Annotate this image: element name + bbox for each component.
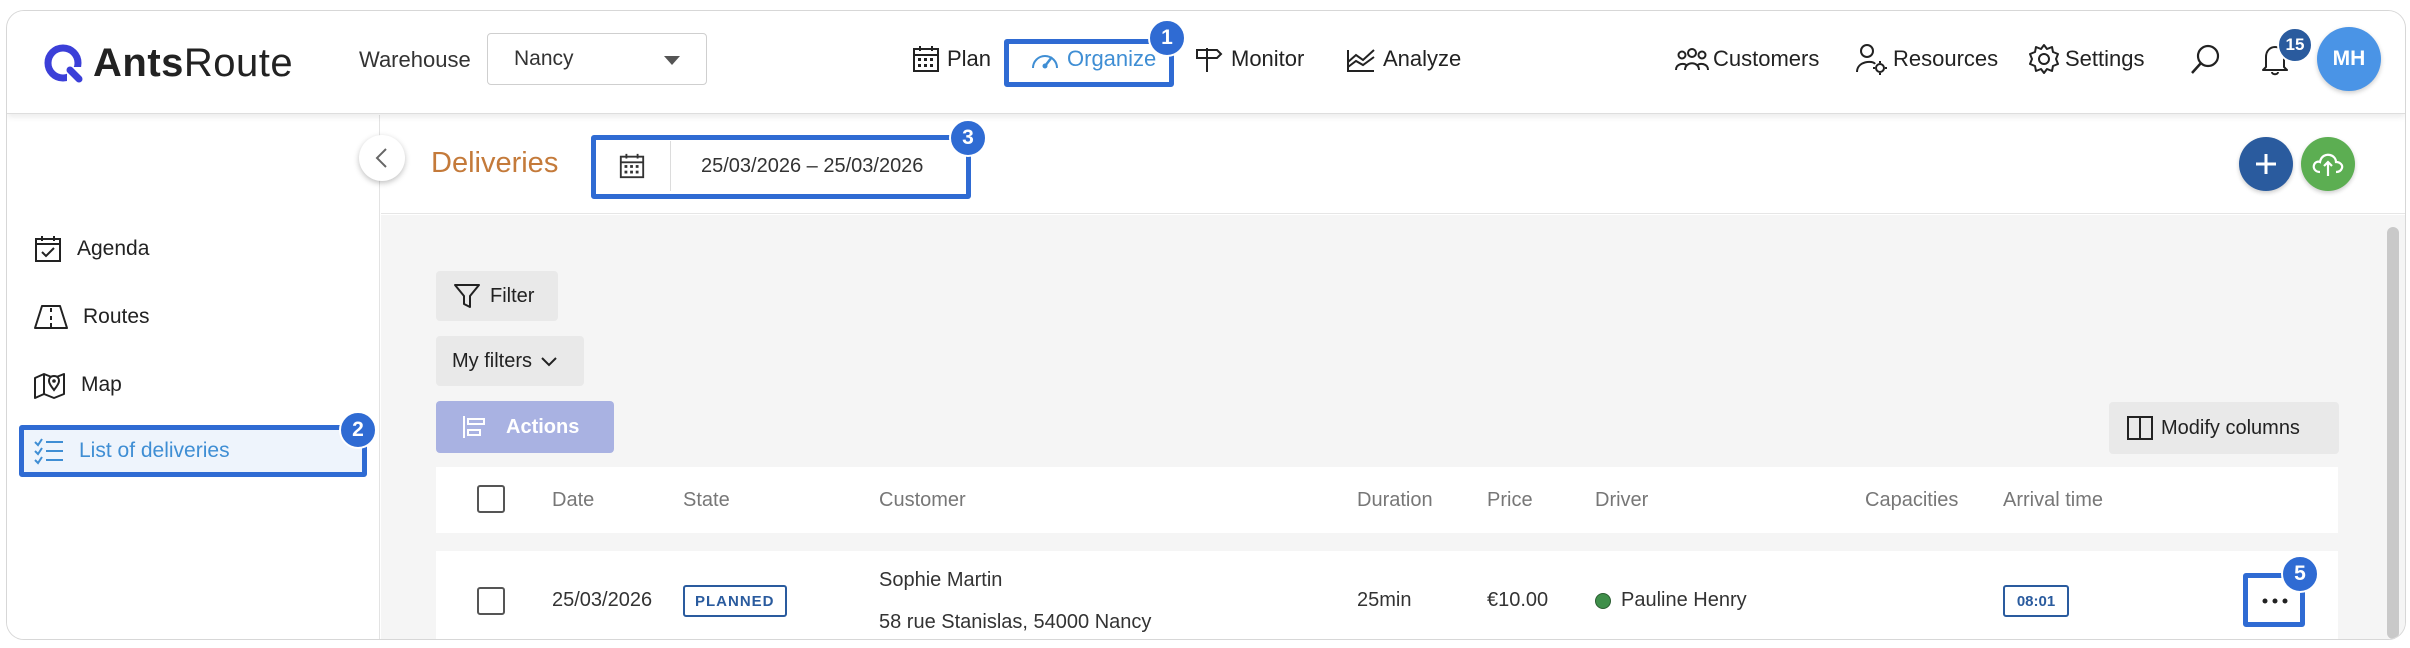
sidebar-item-label: Map <box>81 373 122 396</box>
nav-plan[interactable]: Plan <box>911 33 991 85</box>
annotation-badge-3: 3 <box>949 119 987 157</box>
column-header-price[interactable]: Price <box>1487 489 1533 512</box>
my-filters-dropdown[interactable]: My filters <box>436 336 584 386</box>
driver-color-dot <box>1595 593 1611 609</box>
nav-analyze[interactable]: Analyze <box>1345 33 1461 85</box>
search-button[interactable] <box>2189 33 2227 85</box>
collapse-sidebar-button[interactable] <box>359 135 405 181</box>
my-filters-label: My filters <box>452 349 532 372</box>
modify-columns-button[interactable]: Modify columns <box>2109 402 2339 454</box>
sidebar-item-label: Routes <box>83 305 150 328</box>
search-icon <box>2191 44 2220 74</box>
app-window: AntsRoute Warehouse Nancy Plan Organize … <box>6 10 2406 640</box>
user-gear-icon <box>1856 44 1887 75</box>
status-badge: PLANNED <box>683 585 787 617</box>
user-avatar[interactable]: MH <box>2317 27 2381 91</box>
notification-count-badge: 15 <box>2277 27 2313 63</box>
page-title: Deliveries <box>431 147 559 179</box>
gear-icon <box>2029 44 2059 74</box>
column-header-arrival-time[interactable]: Arrival time <box>2003 489 2103 512</box>
plus-icon <box>2256 154 2276 174</box>
columns-icon <box>2127 416 2153 440</box>
nav-plan-label: Plan <box>947 46 992 71</box>
annotation-badge-2: 2 <box>339 411 377 449</box>
chevron-down-icon <box>541 357 557 367</box>
ants-logo-icon <box>44 44 83 83</box>
row-price: €10.00 <box>1487 589 1549 611</box>
caret-down-icon <box>664 56 680 65</box>
row-customer-address: 58 rue Stanislas, 54000 Nancy <box>879 611 1152 633</box>
row-customer-name: Sophie Martin <box>879 569 1003 591</box>
row-driver: Pauline Henry <box>1621 589 1747 611</box>
top-header: AntsRoute Warehouse Nancy Plan Organize … <box>7 11 2405 114</box>
row-date: 25/03/2026 <box>552 589 653 611</box>
highlight-box-1 <box>1004 39 1174 87</box>
sidebar-item-map[interactable]: Map <box>33 365 122 405</box>
actions-button[interactable]: Actions <box>436 401 614 453</box>
actions-button-label: Actions <box>506 415 580 438</box>
users-icon <box>1675 48 1709 71</box>
column-header-customer[interactable]: Customer <box>879 489 966 512</box>
nav-settings[interactable]: Settings <box>2027 33 2145 85</box>
arrival-time-badge: 08:01 <box>2003 585 2069 617</box>
column-header-capacities[interactable]: Capacities <box>1865 489 1958 512</box>
road-icon <box>34 305 68 329</box>
filter-button[interactable]: Filter <box>436 271 558 321</box>
nav-customers[interactable]: Customers <box>1675 33 1819 85</box>
highlight-box-3 <box>591 135 971 199</box>
sidebar-item-routes[interactable]: Routes <box>33 297 150 337</box>
sidebar-item-agenda[interactable]: Agenda <box>33 229 149 269</box>
annotation-badge-5: 5 <box>2281 555 2319 593</box>
logo[interactable]: AntsRoute <box>43 37 293 89</box>
sidebar-item-label: Agenda <box>77 237 150 260</box>
select-all-checkbox[interactable] <box>477 485 505 513</box>
nav-resources[interactable]: Resources <box>1855 33 1998 85</box>
modify-columns-label: Modify columns <box>2161 416 2300 439</box>
funnel-icon <box>454 284 480 308</box>
warehouse-select[interactable]: Nancy <box>487 33 707 85</box>
align-left-icon <box>463 416 485 438</box>
vertical-scrollbar[interactable] <box>2387 227 2399 639</box>
map-pin-icon <box>34 373 65 399</box>
row-checkbox[interactable] <box>477 587 505 615</box>
filter-button-label: Filter <box>490 284 535 307</box>
add-delivery-button[interactable] <box>2239 137 2293 191</box>
logo-text: AntsRoute <box>93 40 294 85</box>
cloud-upload-icon <box>2312 153 2344 176</box>
calendar-icon <box>913 46 939 72</box>
column-header-date[interactable]: Date <box>552 489 594 512</box>
calendar-check-icon <box>35 236 61 262</box>
chart-icon <box>1347 49 1375 72</box>
nav-customers-label: Customers <box>1713 46 1820 71</box>
warehouse-label: Warehouse <box>359 47 471 72</box>
row-duration: 25min <box>1357 589 1412 611</box>
nav-monitor[interactable]: Monitor <box>1193 33 1304 85</box>
nav-analyze-label: Analyze <box>1383 46 1462 71</box>
highlight-box-2 <box>19 425 367 477</box>
warehouse-value: Nancy <box>514 47 574 70</box>
upload-button[interactable] <box>2301 137 2355 191</box>
chevron-left-icon <box>375 148 387 168</box>
nav-resources-label: Resources <box>1893 46 1999 71</box>
nav-settings-label: Settings <box>2065 46 2145 71</box>
annotation-badge-1: 1 <box>1148 19 1186 57</box>
nav-monitor-label: Monitor <box>1231 46 1305 71</box>
signpost-icon <box>1196 48 1223 72</box>
column-header-driver[interactable]: Driver <box>1595 489 1648 512</box>
column-header-duration[interactable]: Duration <box>1357 489 1433 512</box>
column-header-state[interactable]: State <box>683 489 730 512</box>
